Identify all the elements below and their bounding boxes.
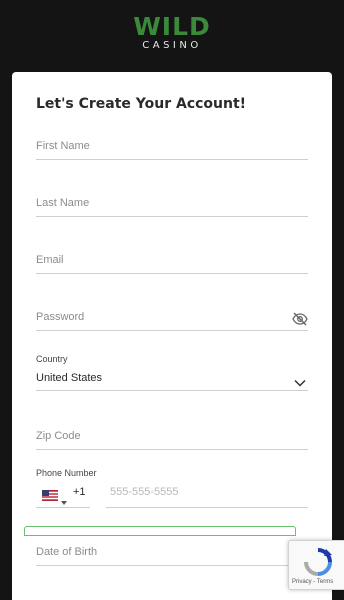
us-flag-icon — [42, 488, 58, 501]
site-header: WILD CASINO — [0, 0, 344, 72]
country-label: Country — [36, 354, 68, 364]
date-of-birth-placeholder: Date of Birth — [36, 546, 98, 558]
recaptcha-badge[interactable]: Privacy - Terms — [288, 540, 344, 590]
country-select[interactable]: Country United States — [36, 352, 308, 391]
password-field[interactable]: Password — [36, 309, 308, 331]
zip-code-placeholder: Zip Code — [36, 430, 81, 442]
email-field[interactable]: Email — [36, 252, 308, 274]
form-title: Let's Create Your Account! — [36, 96, 247, 112]
last-name-placeholder: Last Name — [36, 197, 90, 209]
first-name-field[interactable]: First Name — [36, 138, 308, 160]
date-of-birth-field[interactable]: Date of Birth — [36, 544, 308, 566]
caret-down-icon — [61, 492, 67, 505]
recaptcha-privacy-terms-links[interactable]: Privacy - Terms — [292, 579, 333, 585]
eye-off-icon[interactable] — [292, 312, 308, 326]
phone-number-placeholder: 555-555-5555 — [110, 486, 179, 498]
password-placeholder: Password — [36, 311, 85, 323]
logo-casino-text: CASINO — [142, 40, 202, 51]
submit-button[interactable] — [24, 526, 296, 536]
country-value: United States — [36, 372, 103, 384]
last-name-field[interactable]: Last Name — [36, 195, 308, 217]
zip-code-field[interactable]: Zip Code — [36, 428, 308, 450]
phone-number-input[interactable]: 555-555-5555 — [106, 486, 308, 508]
chevron-down-icon[interactable] — [294, 374, 306, 387]
phone-number-label: Phone Number — [36, 468, 97, 478]
recaptcha-icon — [304, 548, 332, 576]
first-name-placeholder: First Name — [36, 140, 90, 152]
phone-country-code-select[interactable]: +1 — [36, 486, 90, 508]
logo-wild-text: WILD — [133, 12, 211, 41]
signup-card: Let's Create Your Account! First Name La… — [12, 72, 332, 600]
email-placeholder: Email — [36, 254, 64, 266]
phone-country-code: +1 — [73, 486, 86, 498]
